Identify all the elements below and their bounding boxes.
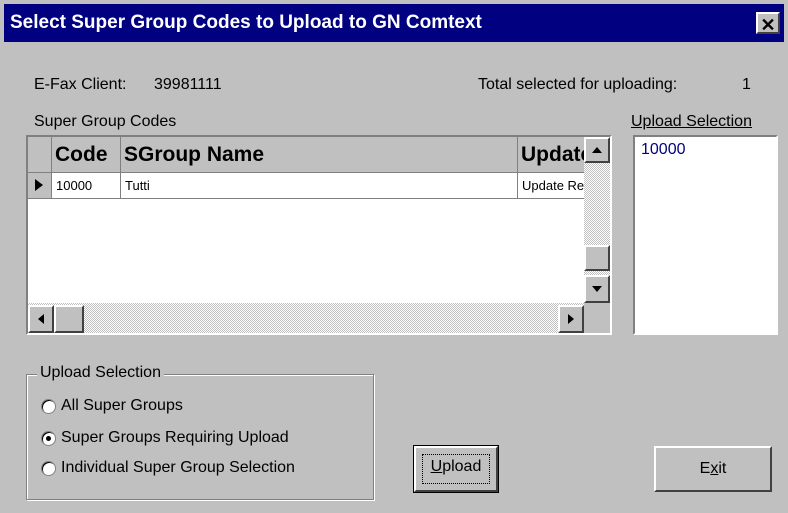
scroll-up-button[interactable] (584, 137, 610, 163)
upload-selection-group: Upload Selection All Super Groups Super … (26, 364, 374, 500)
arrow-up-icon (592, 147, 602, 153)
vertical-scrollbar[interactable] (584, 137, 610, 303)
scroll-right-button[interactable] (558, 305, 584, 333)
super-group-grid[interactable]: Code SGroup Name Update 10000 Tutti Upda… (26, 135, 612, 335)
table-cell-code[interactable]: 10000 (52, 173, 121, 199)
vertical-scroll-thumb[interactable] (584, 245, 610, 271)
radio-label: All Super Groups (61, 397, 183, 414)
total-selected-label: Total selected for uploading: (478, 76, 678, 93)
window-title: Select Super Group Codes to Upload to GN… (10, 12, 482, 33)
radio-circle-icon (41, 399, 56, 414)
close-icon: ✕ (760, 15, 776, 35)
triangle-right-icon (35, 179, 43, 191)
arrow-right-icon (568, 314, 574, 324)
scroll-down-button[interactable] (584, 275, 610, 303)
upload-button[interactable]: Upload (413, 445, 499, 493)
exit-label-pre: E (699, 460, 711, 477)
exit-label-post: it (718, 460, 727, 477)
grid-viewport: Code SGroup Name Update 10000 Tutti Upda… (28, 137, 584, 303)
horizontal-scrollbar[interactable] (28, 303, 584, 333)
column-header-update[interactable]: Update (518, 137, 584, 173)
column-header-sgroup-name[interactable]: SGroup Name (121, 137, 518, 173)
horizontal-scroll-thumb[interactable] (54, 305, 84, 333)
arrow-left-icon (38, 314, 44, 324)
scroll-left-button[interactable] (28, 305, 54, 333)
upload-selection-list-label: Upload Selection (631, 113, 752, 130)
radio-checked-icon (41, 431, 56, 446)
list-item[interactable]: 10000 (641, 141, 686, 159)
table-cell-name[interactable]: Tutti (121, 173, 518, 199)
client-value: 39981111 (154, 76, 222, 93)
focus-rectangle (422, 454, 490, 484)
scrollbar-corner (584, 303, 610, 333)
row-selector[interactable] (28, 173, 52, 199)
group-title: Upload Selection (37, 364, 164, 382)
dialog-window: Select Super Group Codes to Upload to GN… (0, 0, 788, 513)
total-selected-value: 1 (742, 76, 751, 93)
grid-corner-header (28, 137, 52, 173)
client-label: E-Fax Client: (34, 76, 127, 93)
exit-button[interactable]: Exit (654, 446, 772, 492)
radio-circle-icon (41, 461, 56, 476)
arrow-down-icon (592, 286, 602, 292)
upload-selection-listbox[interactable]: 10000 (633, 135, 778, 335)
grid-label: Super Group Codes (34, 113, 177, 130)
table-cell-update[interactable]: Update Re (518, 173, 584, 199)
title-bar[interactable]: Select Super Group Codes to Upload to GN… (4, 4, 784, 42)
close-button[interactable]: ✕ (756, 12, 780, 35)
radio-label: Super Groups Requiring Upload (61, 429, 289, 446)
column-header-code[interactable]: Code (52, 137, 121, 173)
radio-label: Individual Super Group Selection (61, 459, 295, 476)
